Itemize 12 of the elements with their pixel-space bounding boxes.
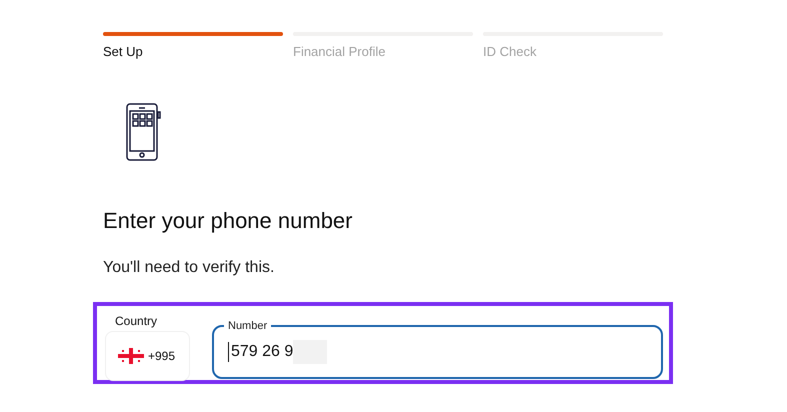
flag-icon (118, 348, 144, 364)
subtitle: You'll need to verify this. (103, 258, 276, 278)
country-selector[interactable]: +995 (105, 331, 190, 381)
country-label: Country (114, 313, 158, 330)
step-label: Financial Profile (293, 43, 386, 61)
text-caret (228, 342, 229, 362)
step-label: Set Up (103, 43, 144, 61)
page-heading: Enter your phone number (103, 206, 354, 234)
dial-code: +995 (148, 348, 176, 365)
phone-icon (125, 102, 161, 162)
step-label: ID Check (483, 43, 538, 61)
number-value: 579 26 9 (231, 342, 294, 362)
